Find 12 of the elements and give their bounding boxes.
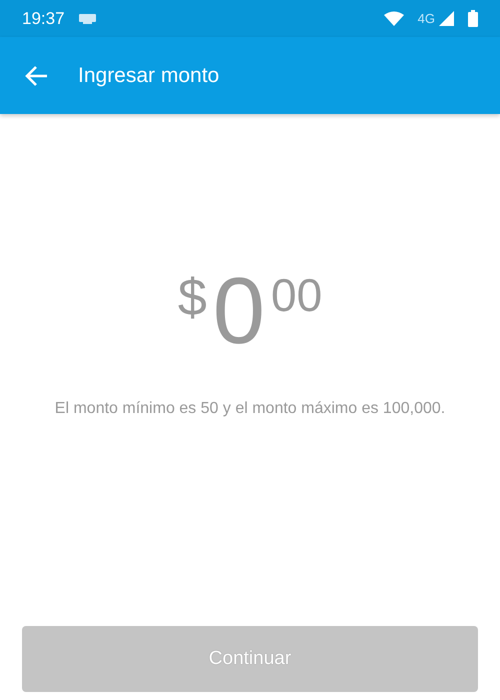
signal-icon	[439, 11, 454, 26]
battery-icon	[468, 10, 478, 27]
screen-title: Ingresar monto	[78, 64, 220, 88]
currency-symbol: $	[178, 268, 207, 328]
network-type: 4G	[418, 11, 435, 26]
wifi-icon	[384, 11, 404, 26]
back-arrow-icon[interactable]	[24, 64, 48, 86]
keyboard-icon	[78, 14, 96, 24]
amount-cents: 00	[271, 268, 322, 322]
status-time: 19:37	[22, 8, 65, 28]
amount-limit-hint: El monto mínimo es 50 y el monto máximo es 100,000.	[54, 400, 446, 418]
amount-integer: 0	[212, 264, 266, 358]
